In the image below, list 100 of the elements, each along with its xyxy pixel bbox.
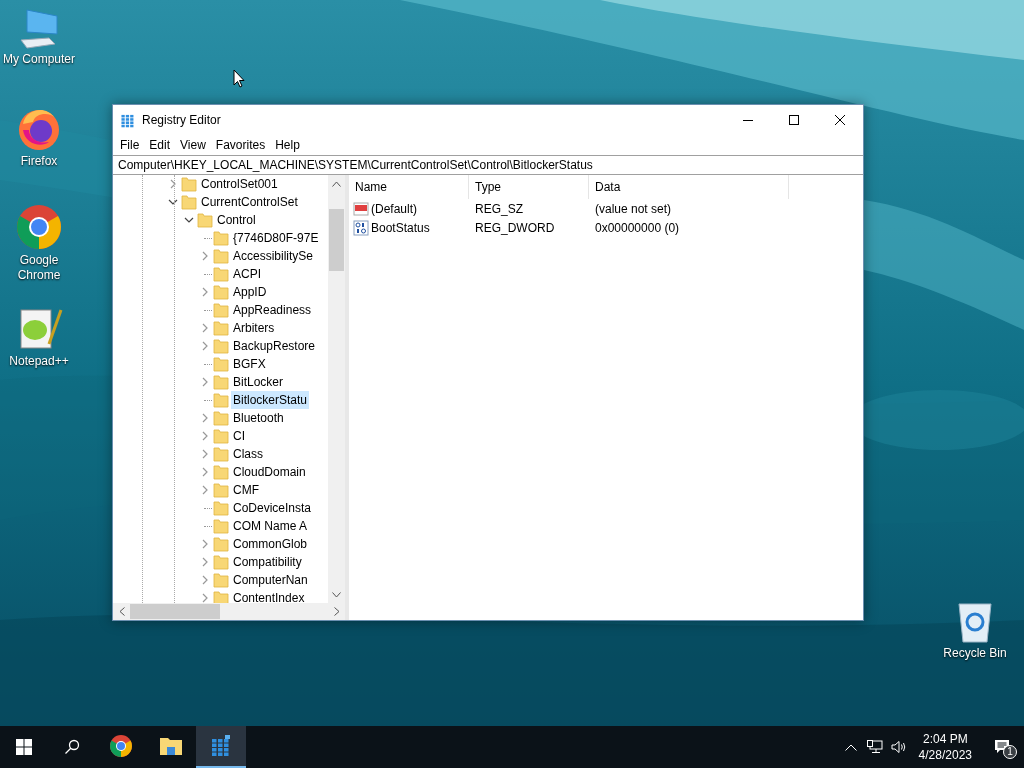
clock[interactable]: 2:04 PM 4/28/2023: [910, 731, 980, 763]
chevron-down-icon[interactable]: [184, 215, 194, 225]
window-title: Registry Editor: [142, 112, 221, 129]
chevron-down-icon[interactable]: [168, 197, 178, 207]
folder-icon: [213, 230, 229, 246]
desktop-shortcut[interactable]: Firefox: [0, 104, 78, 169]
menu-item[interactable]: View: [175, 135, 211, 155]
column-header[interactable]: Name: [349, 175, 469, 199]
folder-icon: [181, 194, 197, 210]
computer-icon: [17, 8, 61, 50]
chevron-right-icon[interactable]: [200, 467, 210, 477]
tree-item[interactable]: Class: [231, 445, 265, 463]
folder-icon: [213, 482, 229, 498]
menu-item[interactable]: Help: [270, 135, 305, 155]
notification-button[interactable]: 1: [980, 726, 1024, 768]
network-icon[interactable]: [866, 740, 883, 754]
tree-connector-line: [204, 507, 212, 509]
close-icon: [835, 115, 845, 125]
vertical-scrollbar[interactable]: [328, 175, 345, 603]
menu-item[interactable]: Edit: [144, 135, 176, 155]
tree-item[interactable]: AppReadiness: [231, 301, 314, 319]
chevron-right-icon[interactable]: [200, 575, 210, 585]
column-header[interactable]: Type: [469, 175, 589, 199]
scroll-left-icon[interactable]: [118, 607, 125, 616]
menu-item[interactable]: Favorites: [210, 135, 271, 155]
chevron-right-icon[interactable]: [200, 449, 210, 459]
string-value-icon: [353, 200, 369, 217]
registry-cubes-icon: [120, 112, 136, 128]
chevron-right-icon[interactable]: [200, 539, 210, 549]
scroll-right-icon[interactable]: [333, 607, 340, 616]
tree-item[interactable]: CMF: [231, 481, 261, 499]
chevron-right-icon[interactable]: [200, 413, 210, 423]
tree-item[interactable]: CurrentControlSet: [199, 193, 300, 211]
chevron-right-icon[interactable]: [168, 179, 178, 189]
folder-icon: [213, 248, 229, 264]
chevron-right-icon[interactable]: [200, 251, 210, 261]
tree-item[interactable]: CoDeviceInsta: [231, 499, 314, 517]
desktop-shortcut[interactable]: Google Chrome: [0, 203, 78, 283]
tree-item[interactable]: AccessibilitySe: [231, 247, 316, 265]
tree-item[interactable]: {7746D80F-97E: [231, 229, 321, 247]
chevron-right-icon[interactable]: [200, 287, 210, 297]
folder-icon: [181, 176, 197, 192]
horizontal-scrollbar[interactable]: [113, 603, 345, 620]
tree-item[interactable]: AppID: [231, 283, 269, 301]
tree-item[interactable]: ControlSet001: [199, 175, 280, 193]
shortcut-label: Firefox: [20, 154, 58, 169]
tree-item[interactable]: CloudDomain: [231, 463, 308, 481]
folder-icon: [213, 518, 229, 534]
folder-icon: [213, 284, 229, 300]
desktop-shortcut[interactable]: Recycle Bin: [936, 600, 1014, 661]
binary-value-icon: [353, 219, 369, 236]
volume-icon[interactable]: [890, 740, 907, 754]
tree-item[interactable]: BackupRestore: [231, 337, 318, 355]
tree-item[interactable]: Arbiters: [231, 319, 277, 337]
chevron-up-icon[interactable]: [844, 743, 857, 751]
folder-icon: [213, 266, 229, 282]
folder-icon: [213, 320, 229, 336]
menu-item[interactable]: File: [115, 135, 145, 155]
tree-item[interactable]: Compatibility: [231, 553, 304, 571]
tree-item[interactable]: ContentIndex: [231, 589, 307, 603]
desktop-shortcut[interactable]: Notepad++: [0, 304, 78, 369]
tree-item[interactable]: ComputerNan: [231, 571, 310, 589]
taskbar-app[interactable]: [196, 726, 246, 768]
scroll-up-icon[interactable]: [332, 180, 341, 187]
tree-item[interactable]: COM Name A: [231, 517, 309, 535]
scroll-thumb[interactable]: [329, 209, 344, 271]
folder-icon: [213, 302, 229, 318]
scroll-thumb[interactable]: [130, 604, 220, 619]
column-header[interactable]: Data: [589, 175, 789, 199]
chevron-right-icon[interactable]: [200, 485, 210, 495]
shortcut-label: Recycle Bin: [943, 646, 1007, 661]
chevron-right-icon[interactable]: [200, 341, 210, 351]
tree-item[interactable]: BitlockerStatu: [231, 391, 310, 409]
scroll-down-icon[interactable]: [332, 591, 341, 598]
tree-item[interactable]: Bluetooth: [231, 409, 286, 427]
tree-item[interactable]: BGFX: [231, 355, 268, 373]
chevron-right-icon[interactable]: [200, 593, 210, 603]
folder-icon: [213, 446, 229, 462]
value-name[interactable]: BootStatus: [371, 218, 430, 237]
folder-icon: [213, 536, 229, 552]
chevron-right-icon[interactable]: [200, 377, 210, 387]
tree-item[interactable]: ACPI: [231, 265, 263, 283]
registry-cubes-icon: [210, 735, 232, 757]
folder-icon: [213, 554, 229, 570]
folder-icon: [159, 736, 183, 756]
value-name[interactable]: (Default): [371, 199, 417, 218]
chevron-right-icon[interactable]: [200, 557, 210, 567]
tree-item[interactable]: BitLocker: [231, 373, 286, 391]
tree-item[interactable]: Control: [215, 211, 258, 229]
tree-connector-line: [204, 363, 212, 365]
search-icon: [64, 739, 80, 755]
address-bar[interactable]: Computer\HKEY_LOCAL_MACHINE\SYSTEM\CurrentControlSet\Control\BitlockerStatus: [113, 155, 863, 175]
shortcut-label: My Computer: [3, 52, 75, 67]
tree-item[interactable]: CommonGlob: [231, 535, 310, 553]
clock-date: 4/28/2023: [918, 747, 972, 763]
desktop-shortcut[interactable]: My Computer: [0, 8, 78, 67]
tree-item[interactable]: CI: [231, 427, 247, 445]
chevron-right-icon[interactable]: [200, 323, 210, 333]
maximize-icon: [789, 115, 799, 125]
chevron-right-icon[interactable]: [200, 431, 210, 441]
